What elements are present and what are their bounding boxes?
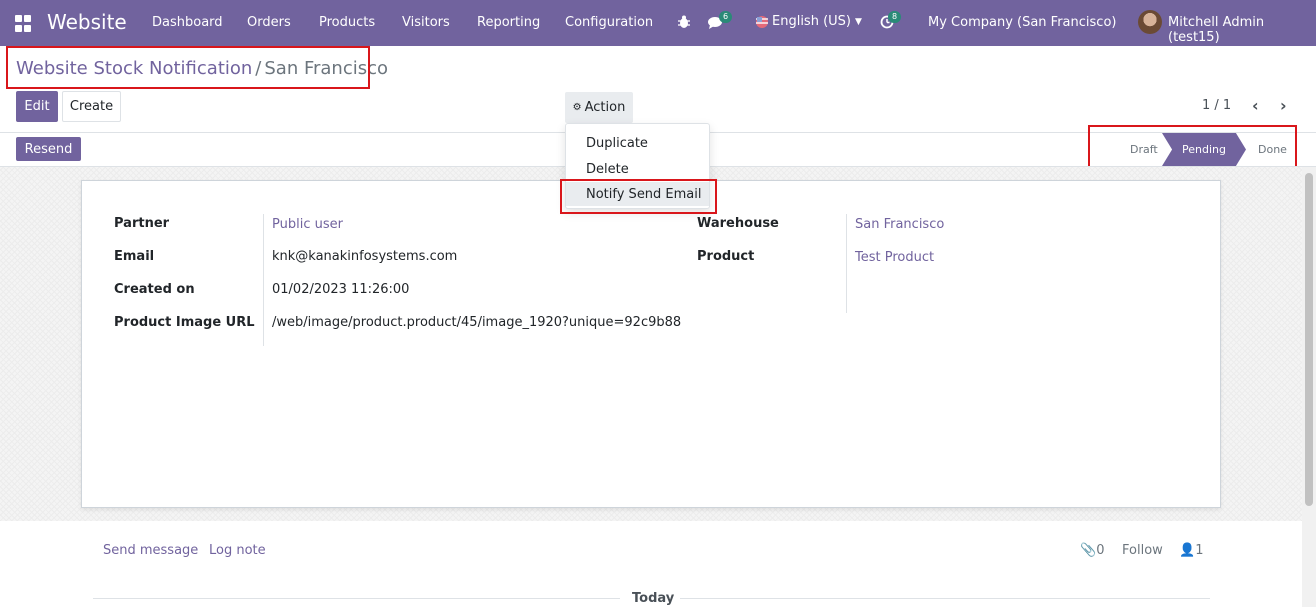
send-message-link[interactable]: Send message [103, 543, 198, 558]
email-label: Email [114, 249, 155, 264]
created-on-value: 01/02/2023 11:26:00 [272, 282, 410, 297]
product-image-url-value: /web/image/product.product/45/image_1920… [272, 315, 682, 330]
today-separator: Today [632, 591, 675, 606]
pager-next-icon[interactable]: › [1280, 96, 1287, 115]
notify-highlight-box [560, 179, 717, 214]
attachments-counter[interactable]: 📎0 [1080, 543, 1104, 558]
partner-label: Partner [114, 216, 170, 231]
paperclip-icon: 📎 [1080, 543, 1097, 558]
app-brand[interactable]: Website [47, 10, 127, 34]
user-avatar[interactable] [1138, 10, 1162, 34]
breadcrumb-highlight-box [6, 46, 370, 89]
gear-icon: ⚙ [572, 102, 582, 113]
user-menu[interactable]: Mitchell Admin (test15) [1168, 15, 1316, 45]
warehouse-label: Warehouse [697, 216, 779, 231]
follow-button[interactable]: Follow [1122, 543, 1163, 558]
action-label: Action [584, 100, 626, 115]
menu-visitors[interactable]: Visitors [402, 15, 450, 30]
menu-configuration[interactable]: Configuration [565, 15, 653, 30]
followers-count: 1 [1195, 543, 1204, 558]
caret-down-icon: ▼ [854, 16, 862, 27]
us-flag-icon [756, 15, 768, 28]
create-button[interactable]: Create [62, 91, 121, 122]
apps-menu-icon[interactable] [15, 15, 32, 32]
product-label: Product [697, 249, 755, 264]
messages-badge: 6 [719, 11, 733, 23]
pager-value[interactable]: 1 / 1 [1202, 98, 1231, 113]
top-navbar: Website Dashboard Orders Products Visito… [0, 0, 1316, 46]
user-icon: 👤 [1179, 543, 1196, 558]
form-sheet [81, 180, 1221, 508]
activities-badge: 8 [888, 11, 902, 23]
product-value[interactable]: Test Product [855, 250, 934, 265]
menu-reporting[interactable]: Reporting [477, 15, 540, 30]
partner-value[interactable]: Public user [272, 217, 343, 232]
edit-button[interactable]: Edit [16, 91, 58, 122]
language-selector[interactable]: English (US) ▼ [755, 14, 862, 29]
warehouse-value[interactable]: San Francisco [855, 217, 944, 232]
left-group-divider [263, 214, 264, 346]
product-image-url-label: Product Image URL [114, 315, 255, 330]
menu-item-duplicate[interactable]: Duplicate [566, 131, 709, 155]
attachments-count: 0 [1096, 543, 1105, 558]
menu-products[interactable]: Products [319, 15, 375, 30]
log-note-link[interactable]: Log note [209, 543, 266, 558]
created-on-label: Created on [114, 282, 195, 297]
menu-dashboard[interactable]: Dashboard [152, 15, 223, 30]
action-button[interactable]: ⚙ Action [565, 92, 633, 123]
scrollbar-thumb[interactable] [1305, 173, 1313, 506]
menu-item-delete[interactable]: Delete [566, 157, 709, 181]
company-switcher[interactable]: My Company (San Francisco) [928, 15, 1116, 30]
today-divider-right [680, 598, 1210, 599]
today-divider-left [93, 598, 620, 599]
email-value: knk@kanakinfosystems.com [272, 249, 458, 264]
right-group-divider [846, 214, 847, 313]
menu-orders[interactable]: Orders [247, 15, 291, 30]
language-label: English (US) [772, 14, 851, 29]
bug-icon[interactable] [677, 14, 691, 30]
resend-button[interactable]: Resend [16, 137, 81, 161]
followers-counter[interactable]: 👤1 [1179, 543, 1203, 558]
pager-previous-icon[interactable]: ‹ [1252, 96, 1259, 115]
